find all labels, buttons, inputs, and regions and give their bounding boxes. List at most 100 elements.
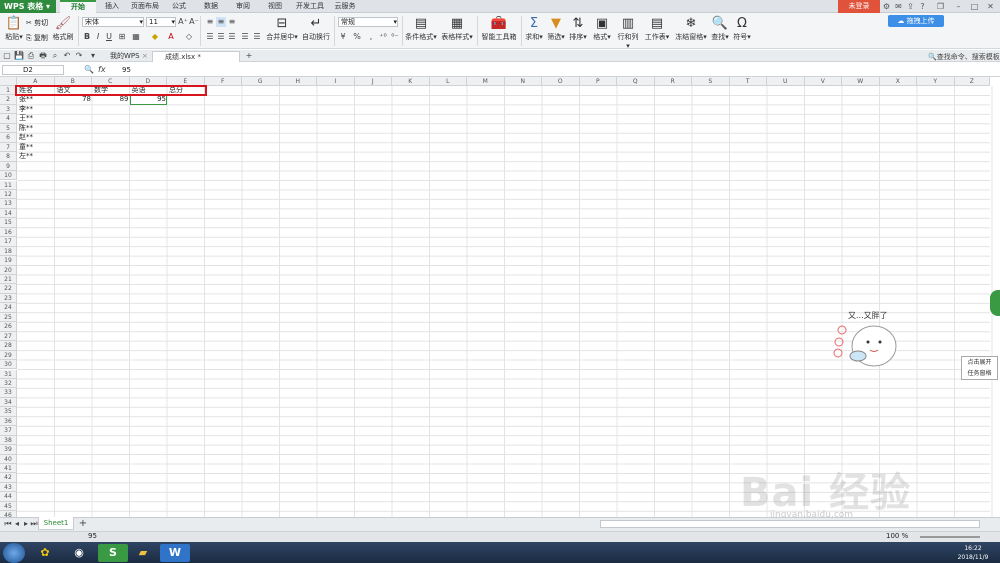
row-header-45[interactable]: 45 (0, 501, 17, 512)
column-header-i[interactable]: I (317, 77, 355, 86)
row-header-20[interactable]: 20 (0, 265, 17, 275)
align-top-icon[interactable]: ≡ (205, 17, 215, 27)
tab-developer[interactable]: 开发工具 (292, 0, 328, 13)
cell-b2[interactable]: 78 (55, 95, 93, 104)
save-icon[interactable]: 💾 (14, 51, 24, 61)
row-header-3[interactable]: 3 (0, 104, 17, 115)
fill-color-icon[interactable]: ◆ (150, 32, 160, 42)
row-header-15[interactable]: 15 (0, 218, 17, 228)
column-header-o[interactable]: O (542, 77, 580, 86)
row-header-17[interactable]: 17 (0, 237, 17, 247)
row-header-11[interactable]: 11 (0, 180, 17, 190)
column-header-v[interactable]: V (804, 77, 842, 86)
column-header-j[interactable]: J (354, 77, 392, 86)
tab-home[interactable]: 开始 (60, 0, 96, 13)
export-pdf-icon[interactable]: ⎙ (26, 51, 36, 61)
percent-icon[interactable]: % (352, 32, 362, 42)
table-style-button[interactable]: ▦ 表格样式▾ (440, 16, 474, 42)
column-header-r[interactable]: R (654, 77, 692, 86)
zoom-cell-icon[interactable]: 🔍 (84, 65, 94, 75)
column-header-k[interactable]: K (392, 77, 430, 86)
row-header-8[interactable]: 8 (0, 152, 17, 162)
currency-icon[interactable]: ¥ (338, 32, 348, 42)
row-header-36[interactable]: 36 (0, 416, 17, 427)
row-header-31[interactable]: 31 (0, 369, 17, 379)
column-header-l[interactable]: L (429, 77, 467, 86)
taskbar-folder-icon[interactable]: ▰ (128, 544, 158, 562)
row-header-23[interactable]: 23 (0, 293, 17, 304)
login-button[interactable]: 未登录 (838, 0, 880, 13)
row-header-6[interactable]: 6 (0, 133, 17, 143)
start-button[interactable] (3, 543, 25, 563)
worksheet-button[interactable]: ▤ 工作表▾ (644, 16, 670, 42)
font-grow-icon[interactable]: A⁺ (178, 17, 188, 27)
feedback-icon[interactable]: ✉ (894, 2, 903, 11)
row-header-10[interactable]: 10 (0, 171, 17, 181)
row-header-12[interactable]: 12 (0, 189, 17, 200)
freeze-panes-button[interactable]: ❄ 冻结窗格▾ (674, 16, 708, 42)
align-middle-icon[interactable]: ≡ (216, 17, 226, 27)
decrease-decimal-icon[interactable]: ⁰⁻ (390, 32, 400, 42)
align-bottom-icon[interactable]: ≡ (227, 17, 237, 27)
name-box[interactable]: D2 (2, 65, 64, 75)
close-tab-icon[interactable]: × (142, 52, 148, 60)
smart-toolbox-button[interactable]: 🧰 智能工具箱 (480, 16, 518, 42)
align-center-icon[interactable]: ☰ (216, 32, 226, 42)
distributed-icon[interactable]: ☰ (252, 32, 262, 42)
paste-button[interactable]: 📋 粘贴▾ (3, 16, 25, 42)
row-header-2[interactable]: 2 (0, 95, 17, 105)
row-header-32[interactable]: 32 (0, 378, 17, 389)
cloud-upload-button[interactable]: ☁ 拖拽上传 (888, 15, 944, 27)
tab-view[interactable]: 视图 (260, 0, 290, 13)
copy-button[interactable]: ⎘ 复制 (26, 33, 48, 43)
row-header-43[interactable]: 43 (0, 482, 17, 493)
column-header-p[interactable]: P (579, 77, 617, 86)
clear-format-icon[interactable]: ◇ (184, 32, 194, 42)
new-tab-icon[interactable]: + (244, 51, 254, 61)
row-header-25[interactable]: 25 (0, 312, 17, 323)
taskbar-wps-spreadsheet-icon[interactable]: S (98, 544, 128, 562)
column-header-w[interactable]: W (842, 77, 880, 86)
row-header-14[interactable]: 14 (0, 208, 17, 219)
italic-icon[interactable]: I (93, 32, 103, 42)
row-header-28[interactable]: 28 (0, 341, 17, 351)
cell-a7[interactable]: 童** (18, 143, 34, 152)
align-left-icon[interactable]: ☰ (205, 32, 215, 42)
customize-toolbar-icon[interactable]: ▾ (88, 51, 98, 61)
side-panel-handle[interactable] (990, 290, 1000, 316)
doc-tab-active-workbook[interactable]: 成绩.xlsx * (152, 51, 240, 62)
merge-border-icon[interactable]: ▦ (131, 32, 141, 42)
cell-c2[interactable]: 89 (92, 95, 130, 104)
wrap-text-button[interactable]: ↵ 自动换行 (300, 16, 332, 42)
sum-button[interactable]: Σ 求和▾ (524, 16, 544, 42)
search-command-box[interactable]: 🔍查找命令、搜索模板 (928, 52, 1000, 62)
tab-page-layout[interactable]: 页面布局 (128, 0, 162, 13)
tab-data[interactable]: 数据 (196, 0, 226, 13)
row-header-38[interactable]: 38 (0, 435, 17, 446)
font-name-select[interactable]: 宋体 ▾ (82, 17, 144, 27)
row-header-4[interactable]: 4 (0, 114, 17, 124)
underline-icon[interactable]: U (104, 32, 114, 42)
justify-icon[interactable]: ☰ (240, 32, 250, 42)
row-header-7[interactable]: 7 (0, 142, 17, 153)
cell-a3[interactable]: 李** (18, 105, 34, 114)
column-header-t[interactable]: T (729, 77, 767, 86)
row-header-40[interactable]: 40 (0, 454, 17, 464)
row-header-24[interactable]: 24 (0, 303, 17, 313)
merge-center-button[interactable]: ⊟ 合并居中▾ (264, 16, 300, 42)
cell-a5[interactable]: 陈** (18, 124, 34, 133)
align-right-icon[interactable]: ☰ (227, 32, 237, 42)
column-header-x[interactable]: X (879, 77, 917, 86)
bold-icon[interactable]: B (82, 32, 92, 42)
row-header-16[interactable]: 16 (0, 227, 17, 238)
column-header-n[interactable]: N (504, 77, 542, 86)
skin-icon[interactable]: ⚙ (882, 2, 891, 11)
font-shrink-icon[interactable]: A⁻ (189, 17, 199, 27)
tab-insert[interactable]: 插入 (96, 0, 128, 13)
row-header-21[interactable]: 21 (0, 275, 17, 285)
row-header-26[interactable]: 26 (0, 322, 17, 332)
row-header-19[interactable]: 19 (0, 256, 17, 266)
find-button[interactable]: 🔍 查找▾ (710, 16, 730, 42)
new-file-icon[interactable]: ▢ (2, 51, 12, 61)
column-header-u[interactable]: U (767, 77, 805, 86)
